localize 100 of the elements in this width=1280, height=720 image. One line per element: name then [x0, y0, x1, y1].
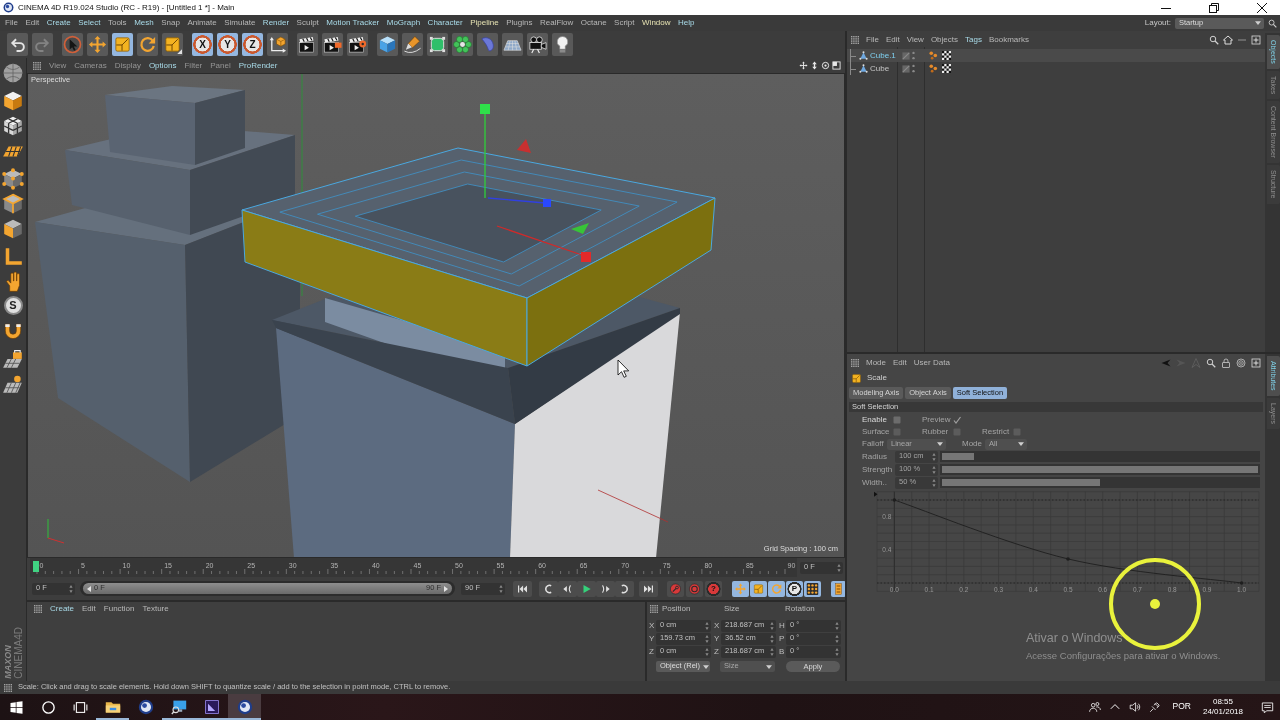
- layer-swatch-icon[interactable]: [902, 51, 910, 60]
- clock-date[interactable]: 24/01/2018: [1202, 707, 1243, 717]
- menu-item[interactable]: Display: [114, 60, 141, 71]
- spinner-arrows-icon[interactable]: [499, 584, 503, 593]
- left-arrow-icon[interactable]: [87, 585, 91, 592]
- spinner-arrows-icon[interactable]: [705, 621, 709, 630]
- object-name[interactable]: Cube: [870, 63, 898, 74]
- sphere-ring-icon[interactable]: [452, 33, 473, 56]
- menu-item[interactable]: Filter: [184, 60, 203, 71]
- coordinate-system-icon[interactable]: [267, 33, 288, 56]
- menu-item[interactable]: Motion Tracker: [326, 18, 380, 28]
- spinner-arrows-icon[interactable]: [770, 634, 774, 643]
- spinner-arrows-icon[interactable]: [932, 478, 936, 487]
- search-icon[interactable]: [1268, 18, 1277, 28]
- cube-icon[interactable]: [377, 33, 398, 56]
- spinner-arrows-icon[interactable]: [770, 647, 774, 656]
- menu-item[interactable]: Edit: [893, 358, 907, 368]
- menu-item[interactable]: Objects: [930, 35, 958, 45]
- light-bulb-icon[interactable]: [552, 33, 573, 56]
- mesh-sphere-icon[interactable]: [2, 62, 24, 84]
- checkbox[interactable]: [893, 416, 901, 424]
- dots-tag-icon[interactable]: [929, 51, 938, 60]
- cube-points-icon[interactable]: [2, 168, 24, 190]
- menu-item[interactable]: Character: [427, 18, 463, 28]
- search-icon[interactable]: [1209, 35, 1219, 45]
- dot-grid-icon[interactable]: [804, 580, 821, 597]
- axis-lock-button[interactable]: X: [192, 33, 213, 56]
- grip-icon[interactable]: [33, 61, 41, 70]
- menu-item[interactable]: MoGraph: [386, 18, 421, 28]
- object-name[interactable]: Cube.1: [870, 50, 898, 61]
- axis-lock-button[interactable]: Y: [217, 33, 238, 56]
- language-indicator[interactable]: POR: [1172, 702, 1191, 712]
- rotate-icon[interactable]: [137, 33, 158, 56]
- zoom-view-icon[interactable]: [810, 61, 819, 70]
- go-to-start-icon[interactable]: [513, 580, 532, 597]
- menu-item[interactable]: Simulate: [224, 18, 256, 28]
- grip-icon[interactable]: [851, 36, 859, 44]
- menu-item[interactable]: Function: [103, 604, 135, 614]
- rotate-icon[interactable]: [768, 580, 785, 597]
- spinner-arrows-icon[interactable]: [835, 647, 839, 656]
- close-icon[interactable]: [1257, 2, 1267, 13]
- parameter-key-button[interactable]: P: [786, 580, 803, 597]
- menu-item[interactable]: Animate: [187, 18, 217, 28]
- move-view-icon[interactable]: [799, 61, 808, 70]
- spinner-arrows-icon[interactable]: [69, 584, 73, 593]
- target-icon[interactable]: [1236, 358, 1246, 368]
- menu-item[interactable]: Octane: [580, 18, 607, 28]
- clapperboard-icon[interactable]: [322, 33, 343, 56]
- clapperboard-icon[interactable]: [297, 33, 318, 56]
- slider-track[interactable]: [940, 451, 1260, 462]
- home-icon[interactable]: [1223, 35, 1233, 45]
- menu-item[interactable]: Panel: [210, 60, 231, 71]
- pen-icon[interactable]: [402, 33, 423, 56]
- grid-lock-icon[interactable]: [2, 349, 24, 371]
- spinner-arrows-icon[interactable]: [932, 452, 936, 461]
- object-row[interactable]: Cube.1: [847, 49, 1265, 62]
- checker-tag-icon[interactable]: [942, 64, 951, 73]
- cube-edges-icon[interactable]: [2, 193, 24, 215]
- menu-item[interactable]: Window: [642, 18, 671, 28]
- cube-polygons-icon[interactable]: [2, 218, 24, 240]
- menu-item[interactable]: Edit: [25, 18, 40, 28]
- menu-item[interactable]: Create: [50, 604, 74, 614]
- move-arrows-icon[interactable]: [732, 580, 749, 597]
- checker-cube-icon[interactable]: [2, 115, 24, 137]
- grip-icon[interactable]: [650, 605, 658, 613]
- menu-item[interactable]: Mesh: [134, 18, 154, 28]
- spinner-arrows-icon[interactable]: [835, 621, 839, 630]
- menu-item[interactable]: Bookmarks: [988, 35, 1029, 45]
- menu-item[interactable]: Tools: [107, 18, 127, 28]
- people-icon[interactable]: [1088, 701, 1101, 713]
- move-gizmo-drawing[interactable]: [480, 104, 591, 262]
- menu-item[interactable]: Edit: [885, 35, 900, 45]
- taskbar-button[interactable]: [228, 694, 261, 720]
- maximize-view-icon[interactable]: [832, 61, 841, 70]
- menu-item[interactable]: Tags: [965, 35, 982, 45]
- spinner-arrows-icon[interactable]: [837, 563, 841, 572]
- arrow-cursor-icon[interactable]: [62, 33, 83, 56]
- network-icon[interactable]: [1148, 701, 1161, 713]
- menu-item[interactable]: Pipeline: [470, 18, 499, 28]
- object-row[interactable]: Cube: [847, 62, 1265, 75]
- previous-key-icon[interactable]: [539, 580, 558, 597]
- grip-icon[interactable]: [851, 359, 859, 367]
- spinner-arrows-icon[interactable]: [932, 465, 936, 474]
- record-ring-icon[interactable]: [686, 580, 703, 597]
- notification-icon[interactable]: [1261, 700, 1274, 714]
- undo-icon[interactable]: [7, 33, 28, 56]
- next-key-icon[interactable]: [615, 580, 634, 597]
- menu-item[interactable]: Options: [148, 60, 177, 71]
- menu-item[interactable]: Sculpt: [296, 18, 319, 28]
- visibility-dots-icon[interactable]: [912, 64, 915, 73]
- menu-item[interactable]: RealFlow: [539, 18, 574, 28]
- menu-item[interactable]: View: [49, 60, 67, 71]
- axis-lock-button[interactable]: Z: [242, 33, 263, 56]
- menu-item[interactable]: View: [906, 35, 924, 45]
- question-mark-button[interactable]: ?: [705, 580, 722, 597]
- spinner-arrows-icon[interactable]: [835, 634, 839, 643]
- grip-icon[interactable]: [4, 683, 12, 692]
- restore-icon[interactable]: [1209, 2, 1219, 13]
- stacked-windows-icon[interactable]: [72, 699, 88, 715]
- menu-item[interactable]: File: [5, 18, 18, 28]
